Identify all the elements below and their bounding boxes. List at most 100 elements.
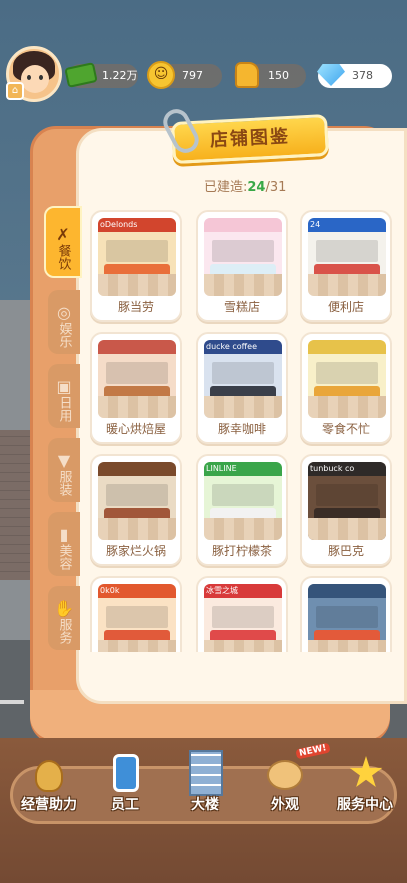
nav-label: 经营助力 [21, 797, 77, 813]
shop-name: 豚幸咖啡 [217, 422, 266, 436]
shop-shelf [106, 606, 168, 628]
tab-4[interactable]: ▮ 美容 [48, 512, 80, 576]
shop-floor [308, 274, 386, 296]
built-label: 已建造: [204, 180, 248, 195]
shop-thumbnail: 24 [308, 218, 386, 296]
shop-name: 便利店 [327, 300, 364, 314]
shop-shelf [106, 240, 168, 262]
bag-icon: ▣ [56, 377, 72, 396]
shop-card[interactable]: 豚家烂火锅 [90, 454, 182, 566]
tab-label: 服装 [56, 470, 72, 496]
nav-label: 服务中心 [337, 797, 393, 813]
shop-shelf [212, 484, 274, 506]
shop-thumbnail [98, 462, 176, 540]
diamond-icon [314, 58, 348, 92]
shop-card[interactable]: ducke coffee 豚幸咖啡 [196, 332, 288, 444]
avatar-eye [27, 75, 31, 80]
shop-thumbnail [204, 218, 282, 296]
nav-building[interactable]: 大楼 [166, 746, 244, 826]
shop-floor [204, 274, 282, 296]
nav-bag-coins[interactable]: 经营助力 [10, 746, 88, 826]
shop-name: 豚巴克 [327, 544, 364, 558]
shop-card[interactable] [300, 576, 392, 652]
gem-counter[interactable]: 378 [317, 64, 392, 88]
gamepad-icon: ◎ [57, 303, 71, 322]
home-icon[interactable]: ⌂ [6, 82, 24, 100]
shop-thumbnail: oDelonds [98, 218, 176, 296]
shop-thumbnail [308, 340, 386, 418]
tab-label: 娱乐 [56, 322, 72, 348]
shirt-icon: ▼ [57, 451, 71, 470]
shop-thumbnail: tunbuck co [308, 462, 386, 540]
nav-star[interactable]: 服务中心 [326, 746, 404, 826]
shop-grid[interactable]: oDelonds 豚当劳 雪糕店 24 便利店暖心烘焙屋 ducke coffee 豚幸咖啡… [88, 206, 394, 652]
shop-card[interactable]: 0k0k [90, 576, 182, 652]
cash-counter[interactable]: 1.22万 [64, 62, 138, 88]
shop-floor [98, 518, 176, 540]
built-total: /31 [265, 180, 287, 195]
shop-card[interactable]: 冰雪之城 [196, 576, 288, 652]
shop-shelf [316, 484, 378, 506]
built-count: 24 [247, 180, 266, 195]
nav-label: 外观 [271, 797, 299, 813]
shop-card[interactable]: 暖心烘焙屋 [90, 332, 182, 444]
shop-card[interactable]: 雪糕店 [196, 210, 288, 322]
likes-counter[interactable]: 150 [234, 62, 306, 88]
star-icon [345, 750, 385, 794]
tab-label: 美容 [56, 544, 72, 570]
shop-shelf [212, 240, 274, 262]
shop-name: 豚打柠檬茶 [211, 544, 272, 558]
shop-shelf [316, 606, 378, 628]
smile-icon: ☺ [144, 58, 178, 92]
tab-1[interactable]: ◎ 娱乐 [48, 290, 80, 354]
shop-thumbnail: LINLINE [204, 462, 282, 540]
shop-floor [204, 640, 282, 652]
shop-sign: tunbuck co [308, 462, 386, 476]
fork-spoon-icon: ✗ [56, 225, 70, 244]
shop-name: 零食不忙 [321, 422, 370, 436]
shop-card[interactable]: LINLINE 豚打柠檬茶 [196, 454, 288, 566]
badge-icon [105, 750, 145, 794]
shop-floor [308, 518, 386, 540]
tab-label: 餐饮 [55, 244, 71, 270]
shop-sign: 24 [308, 218, 386, 232]
thumb-up-icon [230, 58, 264, 92]
tab-label: 日用 [56, 396, 72, 422]
shop-shelf [106, 362, 168, 384]
shop-shelf [212, 362, 274, 384]
nav-badge[interactable]: 员工 [86, 746, 164, 826]
shop-sign [98, 340, 176, 354]
tab-5[interactable]: ✋ 服务 [48, 586, 80, 650]
shop-sign: LINLINE [204, 462, 282, 476]
shop-sign [98, 462, 176, 476]
shop-floor [98, 640, 176, 652]
shop-card[interactable]: oDelonds 豚当劳 [90, 210, 182, 322]
shop-card[interactable]: tunbuck co 豚巴克 [300, 454, 392, 566]
cash-value: 1.22万 [102, 69, 138, 82]
shop-sign: ducke coffee [204, 340, 282, 354]
shop-floor [204, 396, 282, 418]
shop-floor [98, 396, 176, 418]
avatar-face [21, 65, 49, 93]
shop-thumbnail [98, 340, 176, 418]
lipstick-icon: ▮ [59, 525, 69, 544]
shop-thumbnail: 0k0k [98, 584, 176, 652]
tab-label: 服务 [56, 618, 72, 644]
handshake-icon: ✋ [54, 599, 74, 618]
tab-3[interactable]: ▼ 服装 [48, 438, 80, 502]
bag-coins-icon [29, 750, 69, 794]
shop-shelf [316, 362, 378, 384]
shop-card[interactable]: 24 便利店 [300, 210, 392, 322]
shop-sign: 冰雪之城 [204, 584, 282, 598]
tab-2[interactable]: ▣ 日用 [48, 364, 80, 428]
shop-thumbnail [308, 584, 386, 652]
nav-palette[interactable]: NEW! 外观 [246, 742, 331, 826]
shop-thumbnail: 冰雪之城 [204, 584, 282, 652]
tab-0[interactable]: ✗ 餐饮 [44, 206, 82, 278]
shop-card[interactable]: 零食不忙 [300, 332, 392, 444]
shop-name: 豚当劳 [117, 300, 154, 314]
happiness-counter[interactable]: ☺ 797 [147, 61, 222, 89]
cash-icon [64, 58, 98, 92]
nav-label: 大楼 [191, 797, 219, 813]
shop-shelf [106, 484, 168, 506]
